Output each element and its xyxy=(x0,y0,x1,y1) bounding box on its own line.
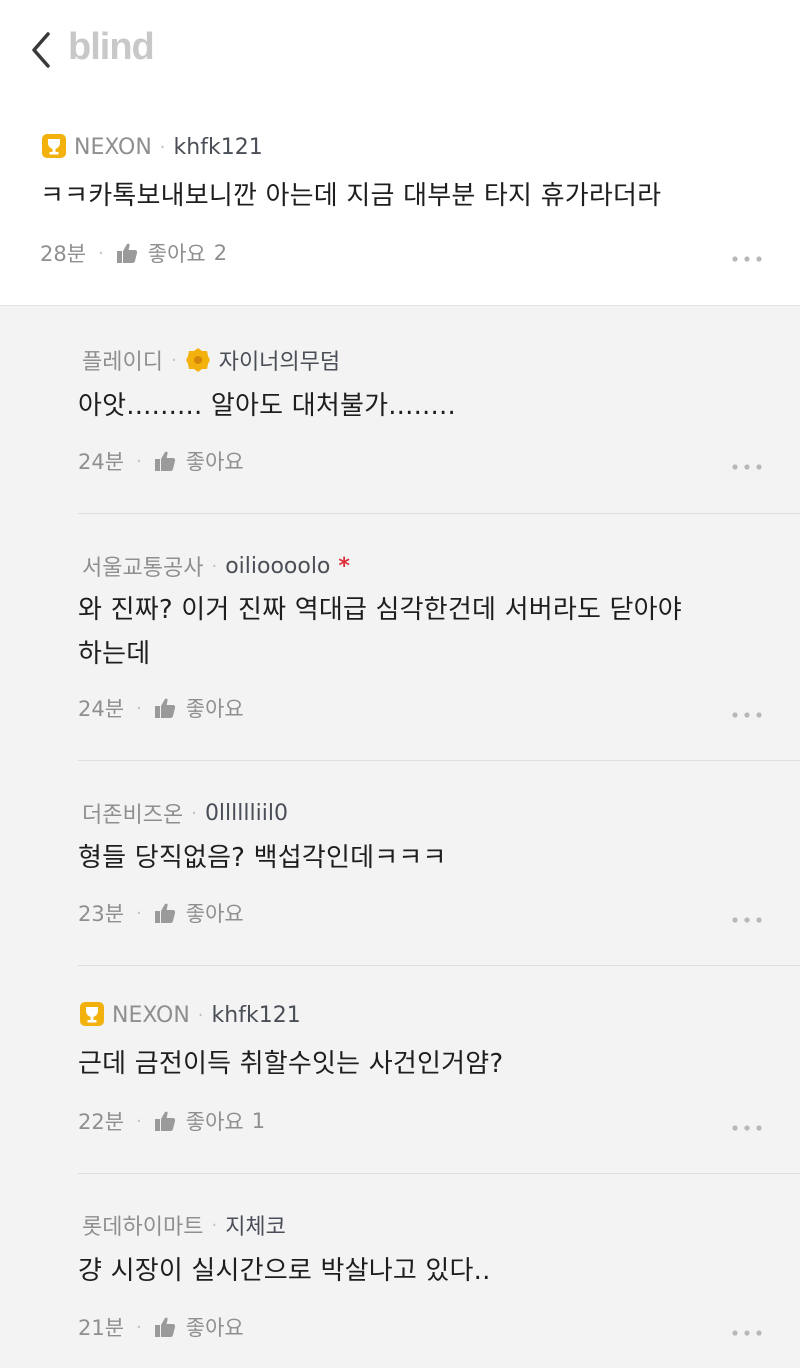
blind-logo: blind xyxy=(68,26,155,68)
reply-footer: 23분 · 좋아요 xyxy=(78,898,244,928)
like-button[interactable]: 좋아요 xyxy=(154,446,244,476)
reply-list: 플레이디 · 자이너의무덤 아앗......... 알아도 대처불가......… xyxy=(0,306,800,1368)
reply-text: 근데 금전이득 취할수잇는 사건인거얌? xyxy=(78,1049,504,1079)
reply-time: 24분 xyxy=(78,697,125,721)
like-label: 좋아요 xyxy=(185,697,244,721)
reply-time: 24분 xyxy=(78,450,125,474)
separator-dot: · xyxy=(211,1214,218,1236)
trophy-badge-icon xyxy=(80,1002,104,1026)
author-star-marker: * xyxy=(338,553,350,579)
thumbs-up-icon xyxy=(154,698,175,718)
reply-meta: 더존비즈온 · 0lllllliil0 xyxy=(82,797,288,829)
separator-dot: · xyxy=(211,555,218,577)
like-label: 좋아요 xyxy=(185,1316,244,1340)
like-label: 좋아요 xyxy=(185,902,244,926)
top-header: blind xyxy=(0,0,800,100)
reply-footer: 21분 · 좋아요 xyxy=(78,1312,244,1342)
like-button[interactable]: 좋아요 xyxy=(154,898,244,928)
comment-text: ㅋㅋ카톡보내보니깐 아는데 지금 대부분 타지 휴가라더라 xyxy=(40,181,662,211)
username[interactable]: khfk121 xyxy=(212,1003,301,1028)
separator-dot: · xyxy=(170,349,177,371)
more-dots-icon[interactable] xyxy=(730,1328,764,1338)
username[interactable]: 자이너의무덤 xyxy=(219,344,340,376)
company-name[interactable]: NEXON xyxy=(112,1003,190,1028)
more-dots-icon[interactable] xyxy=(730,254,764,264)
separator-dot: · xyxy=(191,802,197,824)
reply-footer: 24분 · 좋아요 xyxy=(78,446,244,476)
reply-footer: 24분 · 좋아요 xyxy=(78,693,244,723)
comment-meta: NEXON · khfk121 xyxy=(42,134,263,160)
main-comment: NEXON · khfk121 ㅋㅋ카톡보내보니깐 아는데 지금 대부분 타지 … xyxy=(0,100,800,306)
like-label: 좋아요 xyxy=(185,1110,244,1134)
more-dots-icon[interactable] xyxy=(730,710,764,720)
like-button[interactable]: 좋아요 2 xyxy=(116,238,227,268)
like-label: 좋아요 xyxy=(185,450,244,474)
thumbs-up-icon xyxy=(116,243,137,263)
separator-dot: · xyxy=(136,1316,142,1338)
reply-time: 21분 xyxy=(78,1316,125,1340)
separator-dot: · xyxy=(136,697,142,719)
reply-divider xyxy=(78,1173,800,1174)
thumbs-up-icon xyxy=(154,451,175,471)
like-count: 1 xyxy=(251,1109,266,1133)
company-name[interactable]: 플레이디 xyxy=(82,344,163,376)
reply-text-line: 와 진짜? 이거 진짜 역대급 심각한건데 서버라도 닫아야 xyxy=(78,595,682,625)
reply-meta: NEXON · khfk121 xyxy=(80,1002,301,1028)
chevron-left-icon[interactable] xyxy=(28,28,56,72)
like-button[interactable]: 좋아요 xyxy=(154,693,244,723)
company-name[interactable]: 더존비즈온 xyxy=(82,797,183,829)
reply-time: 23분 xyxy=(78,902,125,926)
comment-time: 28분 xyxy=(40,242,87,266)
username[interactable]: 지체코 xyxy=(225,1209,286,1241)
more-dots-icon[interactable] xyxy=(730,915,764,925)
reply-meta: 플레이디 · 자이너의무덤 xyxy=(82,344,340,376)
reply-text: 걍 시장이 실시간으로 박살나고 있다.. xyxy=(78,1256,491,1286)
reply-meta: 롯데하이마트 · 지체코 xyxy=(82,1209,286,1241)
separator-dot: · xyxy=(98,242,104,264)
separator-dot: · xyxy=(136,1110,142,1132)
reply-time: 22분 xyxy=(78,1110,125,1134)
trophy-badge-icon xyxy=(42,134,66,158)
company-name[interactable]: 서울교통공사 xyxy=(82,550,203,582)
reply-divider xyxy=(78,760,800,761)
like-button[interactable]: 좋아요 xyxy=(154,1312,244,1342)
username[interactable]: oilioooolo xyxy=(225,554,330,579)
comment-footer: 28분 · 좋아요 2 xyxy=(40,238,227,268)
company-name[interactable]: NEXON xyxy=(74,135,152,160)
gear-badge-icon xyxy=(185,348,210,372)
reply-footer: 22분 · 좋아요 1 xyxy=(78,1106,265,1136)
more-dots-icon[interactable] xyxy=(730,462,764,472)
like-label: 좋아요 xyxy=(147,242,206,266)
reply-text: 형들 당직없음? 백섭각인데ㅋㅋㅋ xyxy=(78,843,447,873)
separator-dot: · xyxy=(159,136,166,158)
username[interactable]: khfk121 xyxy=(174,135,263,160)
reply-text: 와 진짜? 이거 진짜 역대급 심각한건데 서버라도 닫아야 하는데 xyxy=(78,588,682,676)
reply-divider xyxy=(78,513,800,514)
reply-divider xyxy=(78,965,800,966)
like-button[interactable]: 좋아요 1 xyxy=(154,1106,265,1136)
username[interactable]: 0lllllliil0 xyxy=(205,801,288,826)
thumbs-up-icon xyxy=(154,1111,175,1131)
reply-text: 아앗......... 알아도 대처불가........ xyxy=(78,391,456,421)
separator-dot: · xyxy=(136,902,142,924)
like-count: 2 xyxy=(213,241,228,265)
company-name[interactable]: 롯데하이마트 xyxy=(82,1209,203,1241)
thumbs-up-icon xyxy=(154,1317,175,1337)
more-dots-icon[interactable] xyxy=(730,1123,764,1133)
separator-dot: · xyxy=(136,450,142,472)
separator-dot: · xyxy=(197,1004,204,1026)
reply-text-line: 하는데 xyxy=(78,639,151,669)
thumbs-up-icon xyxy=(154,903,175,923)
reply-meta: 서울교통공사 · oilioooolo * xyxy=(82,550,350,582)
